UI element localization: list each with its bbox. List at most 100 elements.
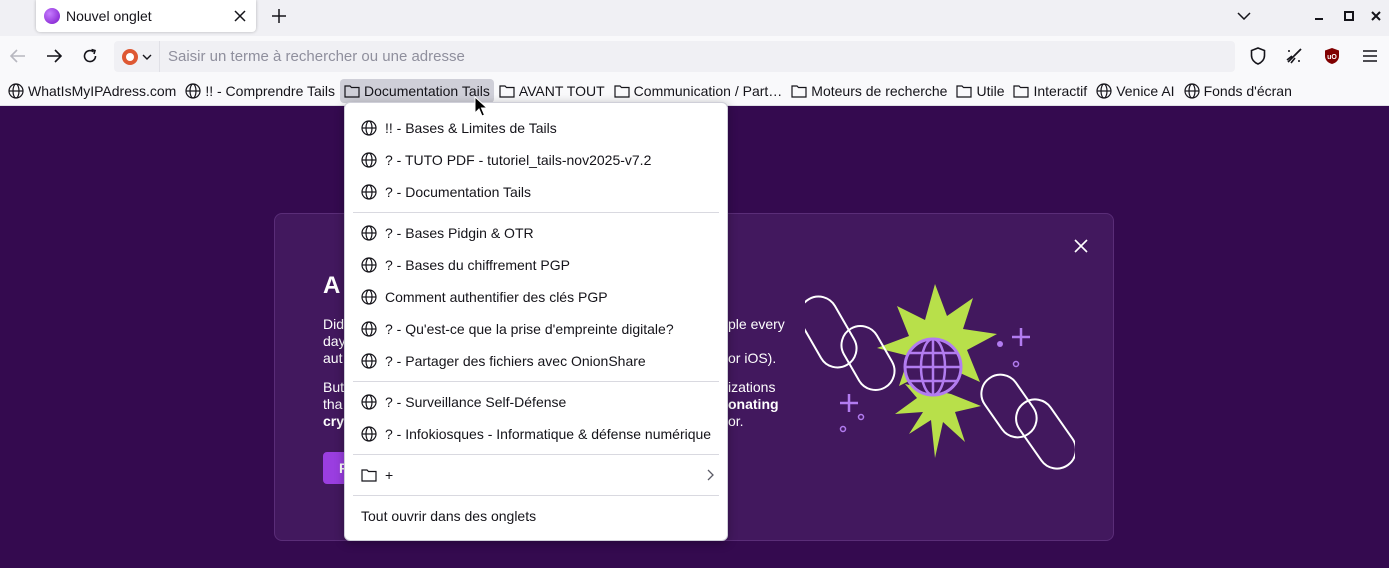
- bookmark-folder[interactable]: Moteurs de recherche: [787, 79, 951, 103]
- bookmark-label: !! - Comprendre Tails: [205, 82, 336, 99]
- bookmark-folder-menu: !! - Bases & Limites de Tails ? - TUTO P…: [344, 102, 728, 541]
- folder-icon: [614, 84, 630, 98]
- globe-icon: [361, 321, 377, 337]
- close-icon[interactable]: [1069, 234, 1093, 258]
- menu-item-label: ? - TUTO PDF - tutoriel_tails-nov2025-v7…: [385, 152, 652, 168]
- globe-icon: [185, 82, 201, 99]
- bookmark-item[interactable]: !! - Comprendre Tails: [181, 79, 339, 103]
- folder-icon: [499, 84, 515, 98]
- menu-item-label: ? - Documentation Tails: [385, 184, 532, 200]
- new-identity-broom-icon[interactable]: [1282, 44, 1306, 68]
- folder-icon: [1013, 84, 1030, 98]
- menu-separator: [353, 495, 719, 496]
- menu-item-label: +: [385, 467, 394, 483]
- reload-icon[interactable]: [78, 44, 102, 68]
- bookmark-label: Moteurs de recherche: [811, 82, 948, 99]
- bookmark-item[interactable]: WhatIsMyIPAdress.com: [4, 79, 180, 103]
- menu-item-bookmark[interactable]: ? - Partager des fichiers avec OnionShar…: [349, 346, 723, 376]
- globe-icon: [361, 225, 377, 241]
- bookmark-label: WhatIsMyIPAdress.com: [28, 82, 177, 99]
- bookmark-folder[interactable]: AVANT TOUT: [495, 79, 609, 103]
- menu-item-bookmark[interactable]: ? - Bases du chiffrement PGP: [349, 250, 723, 280]
- close-tab-icon[interactable]: [232, 8, 248, 24]
- minimize-window-icon[interactable]: [1309, 6, 1329, 26]
- menu-item-label: ? - Infokiosques - Informatique & défens…: [385, 426, 712, 442]
- globe-icon: [361, 394, 377, 410]
- menu-item-label: !! - Bases & Limites de Tails: [385, 120, 557, 136]
- forward-icon[interactable]: [42, 44, 66, 68]
- back-icon[interactable]: [6, 44, 30, 68]
- bookmark-item[interactable]: Fonds d'écran: [1180, 79, 1296, 103]
- card-text-line: tha: [323, 396, 343, 412]
- bookmark-folder[interactable]: Communication / Part…: [610, 79, 787, 103]
- security-shield-icon[interactable]: [1246, 44, 1270, 68]
- bookmark-item[interactable]: Venice AI: [1092, 79, 1178, 103]
- menu-separator: [353, 454, 719, 455]
- bookmark-label: Interactif: [1033, 82, 1088, 99]
- open-all-in-tabs[interactable]: Tout ouvrir dans des onglets: [349, 501, 723, 531]
- bookmark-label: Communication / Part…: [633, 82, 783, 99]
- broken-chain-illustration: [805, 284, 1075, 470]
- duckduckgo-icon: [121, 48, 138, 65]
- url-input[interactable]: [160, 48, 1060, 65]
- menu-item-bookmark[interactable]: Comment authentifier des clés PGP: [349, 282, 723, 312]
- ublock-origin-icon[interactable]: uO: [1320, 44, 1344, 68]
- menu-item-bookmark[interactable]: ? - Documentation Tails: [349, 177, 723, 207]
- card-text-line: Did: [323, 316, 345, 332]
- close-window-icon[interactable]: [1366, 6, 1386, 26]
- menu-item-subfolder[interactable]: +: [349, 460, 723, 490]
- bookmark-label: Venice AI: [1116, 82, 1175, 99]
- card-text-line: izations: [728, 379, 776, 395]
- menu-item-label: ? - Qu'est-ce que la prise d'empreinte d…: [385, 321, 674, 337]
- tab-title: Nouvel onglet: [66, 8, 152, 24]
- globe-icon: [1183, 82, 1200, 99]
- bookmark-folder[interactable]: Interactif: [1009, 79, 1091, 103]
- bookmark-folder[interactable]: Utile: [952, 79, 1008, 103]
- globe-icon: [361, 120, 377, 136]
- tab-strip: Nouvel onglet: [0, 0, 1389, 36]
- svg-text:uO: uO: [1327, 54, 1337, 61]
- menu-item-bookmark[interactable]: ? - TUTO PDF - tutoriel_tails-nov2025-v7…: [349, 145, 723, 175]
- card-heading: A: [323, 272, 341, 299]
- maximize-window-icon[interactable]: [1339, 6, 1359, 26]
- folder-icon: [956, 84, 973, 98]
- menu-item-bookmark[interactable]: ? - Qu'est-ce que la prise d'empreinte d…: [349, 314, 723, 344]
- menu-item-label: ? - Surveillance Self-Défense: [385, 394, 567, 410]
- tab-new-tab[interactable]: Nouvel onglet: [36, 0, 256, 32]
- card-text-line: day: [323, 333, 346, 349]
- card-text-bold: onating: [728, 396, 779, 412]
- bookmark-label: Fonds d'écran: [1203, 82, 1292, 99]
- new-tab-button[interactable]: [266, 4, 292, 28]
- menu-item-bookmark[interactable]: ? - Surveillance Self-Défense: [349, 387, 723, 417]
- globe-icon: [1096, 82, 1112, 99]
- menu-item-label: Tout ouvrir dans des onglets: [361, 508, 537, 524]
- globe-icon: [361, 426, 377, 442]
- menu-item-bookmark[interactable]: !! - Bases & Limites de Tails: [349, 113, 723, 143]
- hamburger-menu-icon[interactable]: [1358, 44, 1382, 68]
- chevron-down-icon: [142, 54, 151, 60]
- card-text-line: ple every: [728, 316, 785, 332]
- bookmark-label: Documentation Tails: [364, 82, 490, 99]
- card-text-bold: cry: [323, 413, 345, 429]
- search-engine-selector[interactable]: [114, 41, 160, 72]
- folder-icon: [344, 84, 360, 98]
- folder-icon: [791, 84, 807, 98]
- card-text-line: or iOS).: [728, 350, 777, 366]
- menu-item-bookmark[interactable]: ? - Bases Pidgin & OTR: [349, 218, 723, 248]
- card-text-line: or.: [728, 413, 744, 429]
- card-text-line: But: [323, 379, 345, 395]
- navigation-toolbar: uO: [0, 36, 1389, 76]
- bookmark-label: AVANT TOUT: [518, 82, 605, 99]
- menu-item-bookmark[interactable]: ? - Infokiosques - Informatique & défens…: [349, 419, 723, 449]
- globe-icon: [361, 257, 377, 273]
- menu-item-label: ? - Bases Pidgin & OTR: [385, 225, 534, 241]
- list-all-tabs-icon[interactable]: [1234, 6, 1254, 26]
- bookmark-folder[interactable]: Documentation Tails: [340, 78, 494, 103]
- menu-item-label: Comment authentifier des clés PGP: [385, 289, 608, 305]
- card-text-line: aut: [323, 350, 343, 366]
- folder-icon: [361, 469, 377, 482]
- globe-icon: [361, 152, 377, 168]
- address-bar: [114, 41, 1235, 72]
- globe-icon: [8, 82, 24, 99]
- menu-item-label: ? - Bases du chiffrement PGP: [385, 257, 570, 273]
